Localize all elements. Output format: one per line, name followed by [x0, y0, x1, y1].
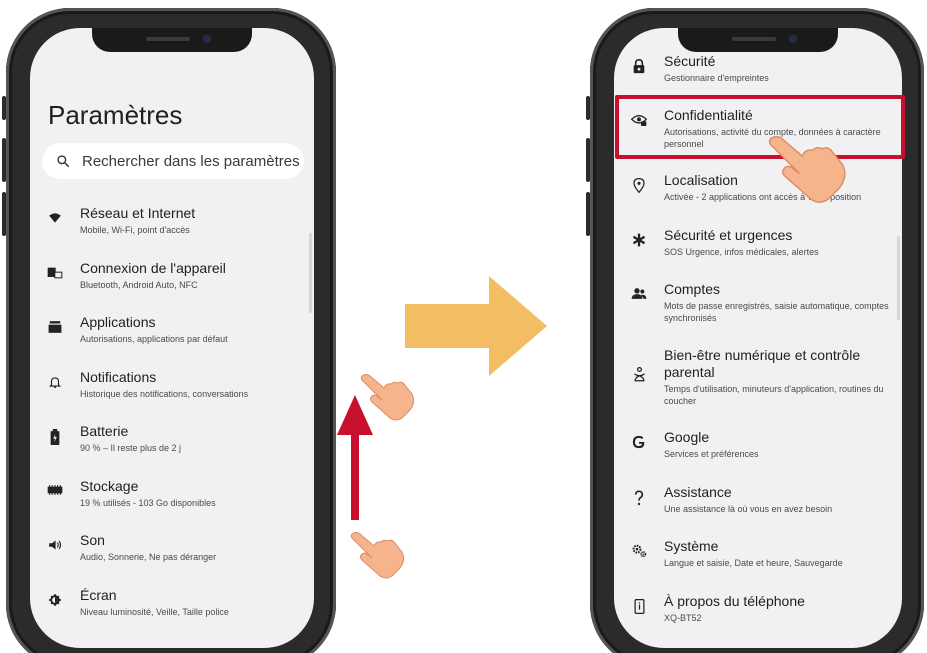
wifi-icon	[49, 213, 61, 223]
item-title: À propos du téléphone	[664, 593, 805, 609]
item-title: Assistance	[664, 484, 732, 500]
big-right-arrow	[405, 276, 547, 376]
left-phone-frame: Paramètres Rechercher dans les paramètre…	[2, 8, 336, 653]
camera	[204, 36, 210, 42]
item-subtitle: Audio, Sonnerie, Ne pas déranger	[80, 552, 217, 562]
settings-item-storage[interactable]: Stockage 19 % utilisés - 103 Go disponibl…	[30, 478, 314, 509]
settings-item-security[interactable]: Sécurité Gestionnaire d'empreintes	[614, 53, 902, 84]
item-title: Système	[664, 538, 719, 554]
side-button	[586, 96, 590, 120]
search-input[interactable]: Rechercher dans les paramètres	[42, 143, 304, 179]
storage-icon	[47, 485, 63, 495]
speaker	[732, 37, 776, 41]
item-title: Son	[80, 532, 105, 548]
location-icon	[633, 178, 645, 193]
side-button	[2, 192, 6, 236]
highlight-box	[615, 95, 905, 159]
item-subtitle: Langue et saisie, Date et heure, Sauvega…	[664, 558, 843, 568]
item-title: Google	[664, 429, 710, 445]
hand-pointer-icon	[360, 374, 415, 421]
settings-item-battery[interactable]: Batterie 90 % – Il reste plus de 2 j	[30, 423, 314, 454]
settings-item-sound[interactable]: Son Audio, Sonnerie, Ne pas déranger	[30, 532, 314, 563]
item-title: Stockage	[80, 478, 139, 494]
item-title: Sécurité et urgences	[664, 227, 793, 243]
search-placeholder: Rechercher dans les paramètres	[82, 152, 300, 170]
settings-item-help[interactable]: Assistance Une assistance là où vous en a…	[614, 484, 902, 515]
item-title: Connexion de l'appareil	[80, 260, 226, 276]
settings-item-accounts[interactable]: Comptes Mots de passe enregistrés, saisie…	[614, 281, 902, 324]
page-title: Paramètres	[48, 100, 183, 130]
item-title: Bien-être numérique et contrôle parental	[664, 347, 861, 380]
hand-pointer-icon	[768, 135, 846, 203]
wellbeing-icon	[633, 367, 645, 382]
left-screen: Paramètres Rechercher dans les paramètre…	[30, 28, 314, 648]
item-title: Notifications	[80, 369, 157, 385]
search-icon	[57, 155, 70, 168]
item-subtitle: XQ-BT52	[664, 613, 702, 623]
settings-item-safety-emergency[interactable]: Sécurité et urgences SOS Urgence, infos m…	[614, 227, 902, 258]
item-subtitle: Historique des notifications, conversati…	[80, 389, 249, 399]
accounts-icon	[631, 288, 647, 299]
item-subtitle: Gestionnaire d'empreintes	[664, 73, 769, 83]
item-subtitle: SOS Urgence, infos médicales, alertes	[664, 247, 819, 257]
speaker	[146, 37, 190, 41]
item-subtitle: Niveau luminosité, Veille, Taille police	[80, 607, 229, 617]
item-title: Sécurité	[664, 53, 716, 69]
item-title: Batterie	[80, 423, 129, 439]
notch	[678, 28, 838, 52]
item-subtitle: Bluetooth, Android Auto, NFC	[80, 280, 198, 290]
item-subtitle: Mobile, Wi-Fi, point d'accès	[80, 225, 190, 235]
side-button	[586, 192, 590, 236]
settings-item-display[interactable]: Écran Niveau luminosité, Veille, Taille p…	[30, 587, 314, 618]
item-subtitle: Temps d'utilisation, minuteurs d'applica…	[664, 384, 884, 406]
apps-icon	[48, 321, 62, 333]
side-button	[2, 138, 6, 182]
item-subtitle: Mots de passe enregistrés, saisie automa…	[664, 301, 889, 323]
side-button	[586, 138, 590, 182]
item-title: Écran	[80, 587, 117, 603]
help-icon	[634, 490, 644, 506]
item-title: Applications	[80, 314, 156, 330]
camera	[790, 36, 796, 42]
notch	[92, 28, 252, 52]
hand-pointer-icon	[350, 532, 405, 579]
settings-item-digital-wellbeing[interactable]: Bien-être numérique et contrôle parental…	[614, 347, 902, 407]
system-gears-icon	[632, 544, 646, 558]
emergency-icon	[632, 233, 646, 247]
settings-item-google[interactable]: Google Services et préférences	[614, 429, 902, 460]
side-button	[2, 96, 6, 120]
settings-item-connected-devices[interactable]: Connexion de l'appareil Bluetooth, Androi…	[30, 260, 314, 291]
item-subtitle: Une assistance là où vous en avez besoin	[664, 504, 833, 514]
google-icon	[632, 435, 645, 449]
settings-item-location[interactable]: Localisation Activée - 2 applications ont…	[614, 172, 902, 203]
item-title: Réseau et Internet	[80, 205, 196, 221]
brightness-icon	[48, 593, 62, 607]
item-subtitle: 90 % – Il reste plus de 2 j	[80, 443, 182, 453]
item-subtitle: Services et préférences	[664, 449, 759, 459]
settings-item-notifications[interactable]: Notifications Historique des notification…	[30, 369, 314, 400]
bell-icon	[48, 377, 62, 389]
lock-icon	[633, 59, 645, 74]
settings-item-network[interactable]: Réseau et Internet Mobile, Wi-Fi, point d…	[30, 205, 314, 236]
battery-icon	[50, 429, 60, 445]
devices-icon	[47, 267, 63, 279]
volume-icon	[49, 540, 62, 550]
settings-item-apps[interactable]: Applications Autorisations, applications …	[30, 314, 314, 345]
item-subtitle: 19 % utilisés - 103 Go disponibles	[80, 498, 216, 508]
phone-info-icon	[634, 599, 644, 614]
settings-item-about-phone[interactable]: À propos du téléphone XQ-BT52	[614, 593, 902, 624]
settings-item-system[interactable]: Système Langue et saisie, Date et heure, …	[614, 538, 902, 569]
item-subtitle: Autorisations, applications par défaut	[80, 334, 228, 344]
item-title: Comptes	[664, 281, 721, 297]
